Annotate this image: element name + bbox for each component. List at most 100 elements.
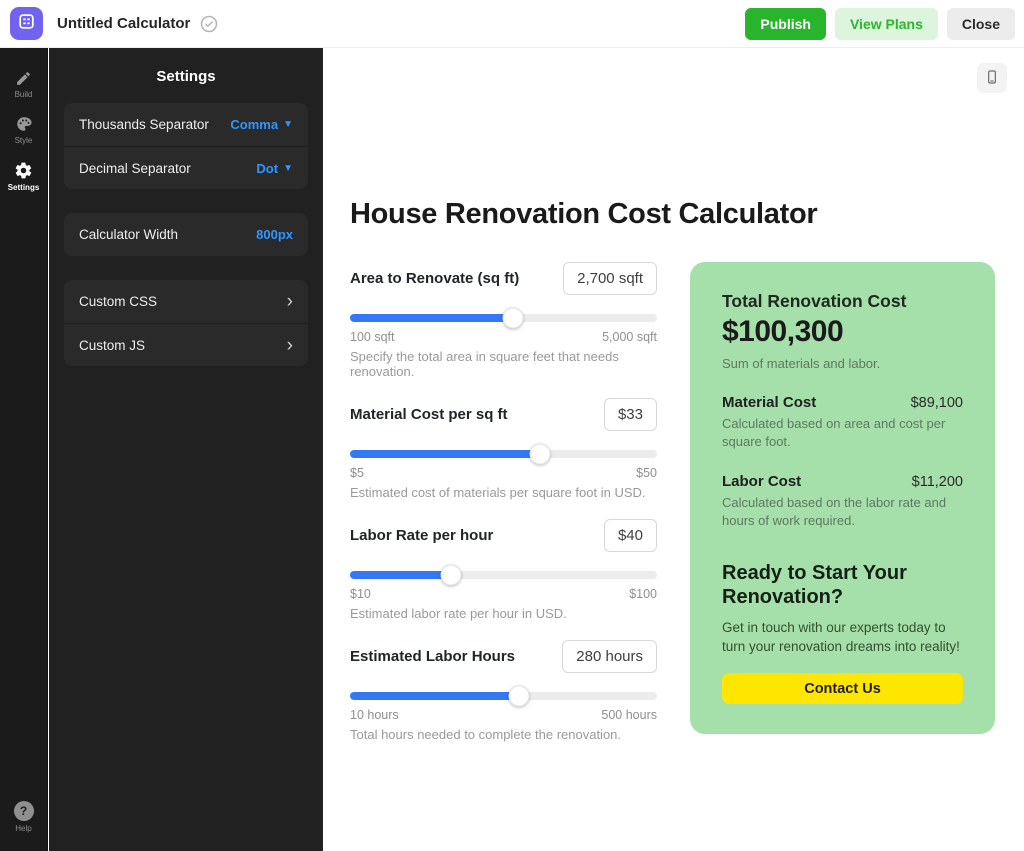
field-label: Estimated Labor Hours (350, 648, 515, 665)
results-panel: Total Renovation Cost $100,300 Sum of ma… (690, 262, 995, 734)
rail-item-style[interactable]: Style (0, 107, 48, 153)
result-value: $89,100 (911, 395, 963, 411)
document-title[interactable]: Untitled Calculator (57, 15, 190, 32)
result-label: Material Cost (722, 394, 816, 411)
calculator-width-row[interactable]: Calculator Width 800px (64, 213, 308, 256)
labor-rate-input[interactable]: $40 (604, 519, 657, 552)
view-plans-button[interactable]: View Plans (835, 8, 938, 40)
total-cost-subtitle: Sum of materials and labor. (722, 356, 963, 371)
slider-max-label: 5,000 sqft (602, 330, 657, 344)
chevron-down-icon: ▼ (283, 163, 293, 174)
thousands-separator-label: Thousands Separator (79, 117, 209, 132)
field-labor-rate: Labor Rate per hour $40 $10 $100 Estimat… (350, 519, 657, 621)
slider-thumb[interactable] (441, 565, 462, 586)
thousands-separator-select[interactable]: Comma ▼ (230, 117, 293, 132)
palette-icon (15, 115, 33, 133)
custom-code-card: Custom CSS › Custom JS › (64, 280, 308, 366)
separators-card: Thousands Separator Comma ▼ Decimal Sepa… (64, 103, 308, 189)
cta-text: Get in touch with our experts today to t… (722, 619, 963, 657)
slider-fill (350, 692, 519, 700)
rail-item-label: Help (15, 824, 31, 833)
inputs-column: Area to Renovate (sq ft) 2,700 sqft 100 … (350, 262, 657, 761)
help-icon: ? (14, 801, 34, 821)
slider-max-label: $50 (636, 466, 657, 480)
custom-css-row[interactable]: Custom CSS › (64, 280, 308, 323)
custom-js-row[interactable]: Custom JS › (64, 323, 308, 366)
settings-panel: Settings Thousands Separator Comma ▼ Dec… (49, 48, 323, 851)
calculator-width-value[interactable]: 800px (256, 227, 293, 242)
field-description: Total hours needed to complete the renov… (350, 727, 657, 742)
decimal-separator-select[interactable]: Dot ▼ (256, 161, 293, 176)
rail-item-label: Style (15, 136, 33, 145)
slider-fill (350, 450, 540, 458)
area-input[interactable]: 2,700 sqft (563, 262, 657, 295)
cta-heading: Ready to Start Your Renovation? (722, 562, 942, 609)
rail-item-label: Settings (8, 183, 40, 192)
material-cost-input[interactable]: $33 (604, 398, 657, 431)
topbar: Untitled Calculator Publish View Plans C… (0, 0, 1024, 48)
slider-max-label: 500 hours (601, 708, 657, 722)
field-label: Labor Rate per hour (350, 527, 493, 544)
slider-min-label: $10 (350, 587, 371, 601)
result-description: Calculated based on area and cost per sq… (722, 415, 954, 450)
labor-hours-input[interactable]: 280 hours (562, 640, 657, 673)
settings-panel-heading: Settings (49, 48, 323, 103)
slider-min-label: $5 (350, 466, 364, 480)
calculator-title: House Renovation Cost Calculator (350, 198, 995, 231)
slider-thumb[interactable] (530, 444, 551, 465)
rail-item-build[interactable]: Build (0, 62, 48, 107)
result-item-material: Material Cost $89,100 Calculated based o… (722, 394, 963, 450)
left-rail: Build Style Settings ? (0, 48, 48, 851)
slider-min-label: 100 sqft (350, 330, 394, 344)
field-material-cost: Material Cost per sq ft $33 $5 $50 Estim… (350, 398, 657, 500)
field-description: Estimated cost of materials per square f… (350, 485, 657, 500)
slider-min-label: 10 hours (350, 708, 399, 722)
area-slider[interactable] (350, 314, 657, 322)
field-description: Estimated labor rate per hour in USD. (350, 606, 657, 621)
contact-us-button[interactable]: Contact Us (722, 673, 963, 704)
result-description: Calculated based on the labor rate and h… (722, 494, 954, 529)
custom-css-label: Custom CSS (79, 294, 157, 309)
app-window: Untitled Calculator Publish View Plans C… (0, 0, 1024, 851)
mobile-phone-icon (984, 69, 1000, 88)
rail-item-help[interactable]: ? Help (0, 793, 48, 841)
slider-thumb[interactable] (508, 686, 529, 707)
field-description: Specify the total area in square feet th… (350, 349, 657, 379)
labor-hours-slider[interactable] (350, 692, 657, 700)
decimal-separator-label: Decimal Separator (79, 161, 191, 176)
total-cost-value: $100,300 (722, 315, 963, 349)
custom-js-label: Custom JS (79, 338, 145, 353)
result-value: $11,200 (912, 474, 963, 490)
field-label: Area to Renovate (sq ft) (350, 270, 519, 287)
chevron-down-icon: ▼ (283, 119, 293, 130)
field-label: Material Cost per sq ft (350, 406, 508, 423)
publish-button[interactable]: Publish (745, 8, 826, 40)
preview-canvas: House Renovation Cost Calculator Area to… (323, 48, 1024, 851)
calculator-content: House Renovation Cost Calculator Area to… (350, 198, 995, 761)
result-label: Labor Cost (722, 473, 801, 490)
total-cost-title: Total Renovation Cost (722, 291, 963, 312)
gear-icon (14, 161, 33, 180)
field-labor-hours: Estimated Labor Hours 280 hours 10 hours… (350, 640, 657, 742)
material-cost-slider[interactable] (350, 450, 657, 458)
app-logo[interactable] (10, 7, 43, 40)
close-button[interactable]: Close (947, 8, 1015, 40)
rail-item-settings[interactable]: Settings (0, 153, 48, 200)
calculator-logo-icon (17, 12, 36, 36)
width-card: Calculator Width 800px (64, 213, 308, 256)
result-item-labor: Labor Cost $11,200 Calculated based on t… (722, 473, 963, 529)
thousands-separator-row[interactable]: Thousands Separator Comma ▼ (64, 103, 308, 146)
rail-item-label: Build (15, 90, 33, 99)
labor-rate-slider[interactable] (350, 571, 657, 579)
chevron-right-icon: › (287, 336, 293, 355)
slider-fill (350, 314, 513, 322)
slider-max-label: $100 (629, 587, 657, 601)
saved-check-icon (199, 14, 219, 34)
mobile-preview-button[interactable] (977, 63, 1007, 93)
slider-thumb[interactable] (502, 308, 523, 329)
pencil-icon (15, 70, 32, 87)
slider-fill (350, 571, 451, 579)
decimal-separator-row[interactable]: Decimal Separator Dot ▼ (64, 146, 308, 189)
field-area: Area to Renovate (sq ft) 2,700 sqft 100 … (350, 262, 657, 379)
calculator-width-label: Calculator Width (79, 227, 178, 242)
